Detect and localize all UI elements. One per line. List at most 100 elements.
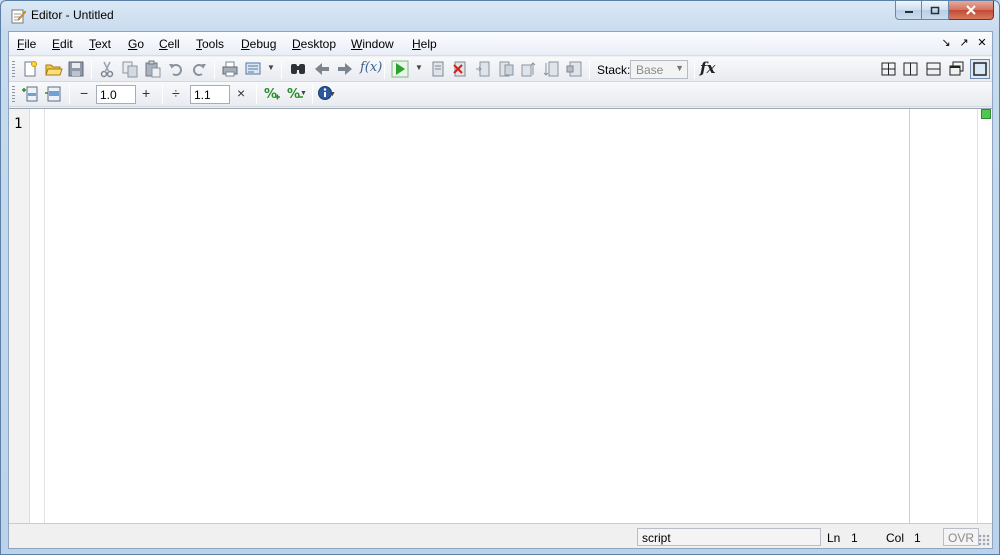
line-label: Ln: [827, 531, 841, 545]
stack-dropdown[interactable]: Base ▼: [630, 60, 688, 79]
save-icon[interactable]: [67, 60, 85, 78]
svg-text:%: %: [287, 87, 300, 102]
comment-increase-icon[interactable]: %: [263, 85, 281, 103]
toolbar-separator: [91, 60, 92, 79]
title-bar[interactable]: Editor - Untitled: [1, 1, 999, 30]
insert-cell-break-icon[interactable]: [21, 85, 39, 103]
find-binoculars-icon[interactable]: [289, 60, 307, 78]
toolbar-separator: [384, 60, 385, 79]
clear-breakpoints-icon[interactable]: [451, 60, 469, 78]
close-icon: [966, 5, 976, 15]
menu-file[interactable]: File: [17, 37, 36, 51]
open-folder-icon[interactable]: [45, 60, 63, 78]
code-analyzer-indicator[interactable]: [981, 109, 991, 119]
editor-window: Editor - Untitled File Edit Text Go Cell…: [0, 0, 1000, 555]
comment-dropdown-icon[interactable]: ▼: [300, 90, 307, 97]
toolbar-separator: [312, 85, 313, 104]
column-value: 1: [914, 531, 921, 545]
redo-icon[interactable]: [190, 60, 208, 78]
divide-value-input[interactable]: [190, 85, 230, 104]
svg-text:%: %: [264, 87, 277, 102]
undo-icon[interactable]: [167, 60, 185, 78]
multiply-button[interactable]: ×: [237, 85, 245, 101]
copy-icon[interactable]: [121, 60, 139, 78]
close-button[interactable]: [949, 1, 994, 20]
menu-cell[interactable]: Cell: [159, 37, 180, 51]
toolbar-separator: [69, 85, 70, 104]
line-number-gutter: 1: [9, 109, 30, 523]
code-editor[interactable]: 1: [9, 108, 992, 523]
menu-go[interactable]: Go: [128, 37, 144, 51]
toolbar-separator: [281, 60, 282, 79]
window-controls: [895, 1, 994, 21]
minimize-icon: [904, 11, 913, 13]
run-icon[interactable]: [391, 60, 409, 78]
menu-help[interactable]: Help: [412, 37, 437, 51]
toolbar-separator: [694, 60, 695, 79]
vertical-scrollbar[interactable]: [977, 109, 992, 523]
toolbar-separator: [162, 85, 163, 104]
paste-icon[interactable]: [144, 60, 162, 78]
evaluate-cell-icon[interactable]: [44, 85, 62, 103]
divide-button[interactable]: ÷: [172, 85, 180, 101]
window-title: Editor - Untitled: [31, 8, 114, 22]
publish-icon[interactable]: [244, 60, 262, 78]
right-text-margin: [909, 109, 910, 523]
dock-controls: ↘ ↗ ✕: [940, 36, 988, 49]
info-dropdown-icon[interactable]: ▼: [329, 91, 336, 98]
decrement-value-input[interactable]: [96, 85, 136, 104]
float-window-icon[interactable]: [948, 60, 966, 78]
set-breakpoint-icon[interactable]: [429, 60, 447, 78]
maximize-button[interactable]: [922, 1, 949, 20]
file-type-status: script: [637, 528, 821, 546]
menu-desktop[interactable]: Desktop: [292, 37, 336, 51]
increment-button[interactable]: +: [142, 85, 150, 101]
code-text-area[interactable]: [46, 109, 908, 523]
tile-grid-icon[interactable]: [880, 60, 898, 78]
new-file-icon[interactable]: [21, 60, 39, 78]
forward-arrow-icon[interactable]: [336, 60, 354, 78]
file-type: script: [642, 531, 671, 545]
insert-function-icon[interactable]: fx: [700, 59, 715, 77]
continue-icon[interactable]: [542, 60, 560, 78]
publish-dropdown-icon[interactable]: ▼: [267, 63, 275, 72]
toolbar-grip[interactable]: [12, 61, 15, 78]
cut-icon[interactable]: [98, 60, 116, 78]
maximize-document-icon[interactable]: [970, 59, 990, 79]
resize-grip[interactable]: [978, 534, 990, 546]
tile-horizontal-icon[interactable]: [925, 60, 943, 78]
step-out-icon[interactable]: [519, 60, 537, 78]
overwrite-status: OVR: [943, 528, 979, 546]
print-icon[interactable]: [221, 60, 239, 78]
column-label: Col: [886, 531, 905, 545]
menu-tools[interactable]: Tools: [196, 37, 224, 51]
menu-edit[interactable]: Edit: [52, 37, 73, 51]
editor-client-area: File Edit Text Go Cell Tools Debug Deskt…: [8, 31, 993, 549]
menu-text[interactable]: Text: [89, 37, 111, 51]
menu-debug[interactable]: Debug: [241, 37, 276, 51]
back-arrow-icon[interactable]: [313, 60, 331, 78]
stack-label: Stack:: [597, 63, 631, 77]
decrement-button[interactable]: −: [80, 85, 88, 101]
maximize-icon: [930, 6, 940, 14]
line-number: 1: [14, 116, 23, 132]
step-icon[interactable]: [474, 60, 492, 78]
function-browser-icon[interactable]: f(x): [360, 60, 382, 75]
menu-window[interactable]: Window: [351, 37, 394, 51]
overwrite-mode: OVR: [948, 531, 975, 545]
toolbar-separator: [256, 85, 257, 104]
line-value: 1: [851, 531, 858, 545]
toolbar-grip[interactable]: [12, 86, 15, 103]
dock-arrow-icon[interactable]: ↘: [940, 36, 952, 49]
code-folding-column[interactable]: [31, 109, 45, 523]
minimize-button[interactable]: [895, 1, 922, 20]
stack-value: Base: [636, 63, 664, 77]
undock-icon[interactable]: ↗: [958, 36, 970, 49]
run-dropdown-icon[interactable]: ▼: [415, 63, 423, 72]
menu-bar: File Edit Text Go Cell Tools Debug Deskt…: [9, 32, 992, 56]
tile-vertical-icon[interactable]: [902, 60, 920, 78]
close-document-icon[interactable]: ✕: [976, 36, 988, 49]
step-in-icon[interactable]: [497, 60, 515, 78]
status-bar: script Ln 1 Col 1 OVR: [9, 523, 992, 548]
exit-debug-icon[interactable]: [565, 60, 583, 78]
